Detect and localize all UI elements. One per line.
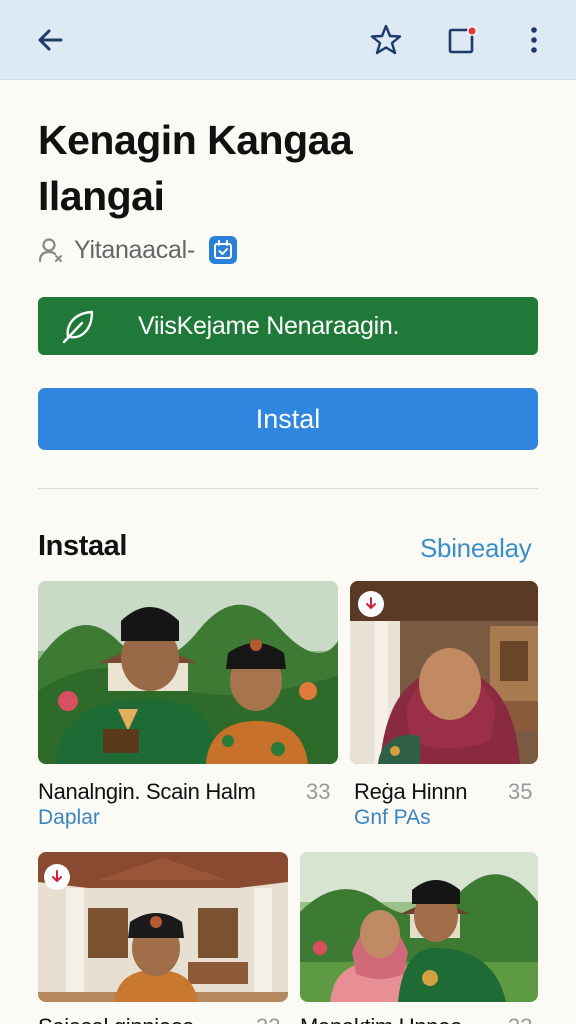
card-count: 33 <box>306 779 331 804</box>
media-card[interactable]: Reġa Hinnn 35 Gnf PAs <box>350 581 538 831</box>
card-subtitle: Gnf PAs <box>354 806 431 829</box>
download-badge-icon <box>358 591 384 617</box>
page-title-line-1: Kenagin Kangaa <box>38 117 353 163</box>
star-outline-icon <box>370 24 402 55</box>
see-all-link[interactable]: Sbinealay <box>420 533 532 564</box>
page-title: Kenagin Kangaa Ilangai <box>38 112 518 224</box>
green-action-button[interactable]: ViisKejame Nenaraagin. <box>38 297 538 355</box>
arrow-left-icon <box>38 29 63 51</box>
page-title-line-2: Ilangai <box>38 173 165 219</box>
verified-badge-icon <box>208 236 237 264</box>
notifications-button[interactable] <box>440 18 484 62</box>
user-icon <box>38 238 62 263</box>
card-subtitle: Daplar <box>38 806 100 829</box>
leaf-icon <box>62 310 94 344</box>
card-thumbnail <box>38 852 288 1002</box>
square-notification-icon <box>448 26 477 54</box>
green-action-label: ViisKejame Nenaraagin. <box>138 312 400 340</box>
card-count: 33 <box>256 1014 280 1024</box>
media-card[interactable]: Nanalngin. Scain Halm 33 Daplar <box>38 581 338 831</box>
favorite-button[interactable] <box>364 18 408 62</box>
more-options-button[interactable] <box>512 18 556 62</box>
divider <box>38 488 538 489</box>
back-button[interactable] <box>28 18 72 62</box>
card-thumbnail <box>300 852 538 1002</box>
media-card[interactable]: Manaktim Unnoo 33 <box>300 852 538 1024</box>
more-vertical-icon <box>531 27 537 53</box>
media-card[interactable]: Saiasal ginnieos 33 <box>38 852 288 1024</box>
card-thumbnail <box>38 581 338 764</box>
author-row[interactable]: Yitanaacal- <box>38 232 237 268</box>
install-button[interactable]: Instal <box>38 388 538 450</box>
card-count: 33 <box>508 1014 532 1024</box>
card-title: Manaktim Unnoo <box>300 1014 462 1024</box>
download-badge-icon <box>44 864 70 890</box>
card-title: Nanalngin. Scain Halm <box>38 779 256 804</box>
author-name: Yitanaacal- <box>74 235 195 264</box>
top-app-bar <box>0 0 576 80</box>
card-title: Saiasal ginnieos <box>38 1014 194 1024</box>
section-title: Instaal <box>38 530 128 562</box>
card-count: 35 <box>508 779 533 804</box>
card-title: Reġa Hinnn <box>354 779 468 804</box>
